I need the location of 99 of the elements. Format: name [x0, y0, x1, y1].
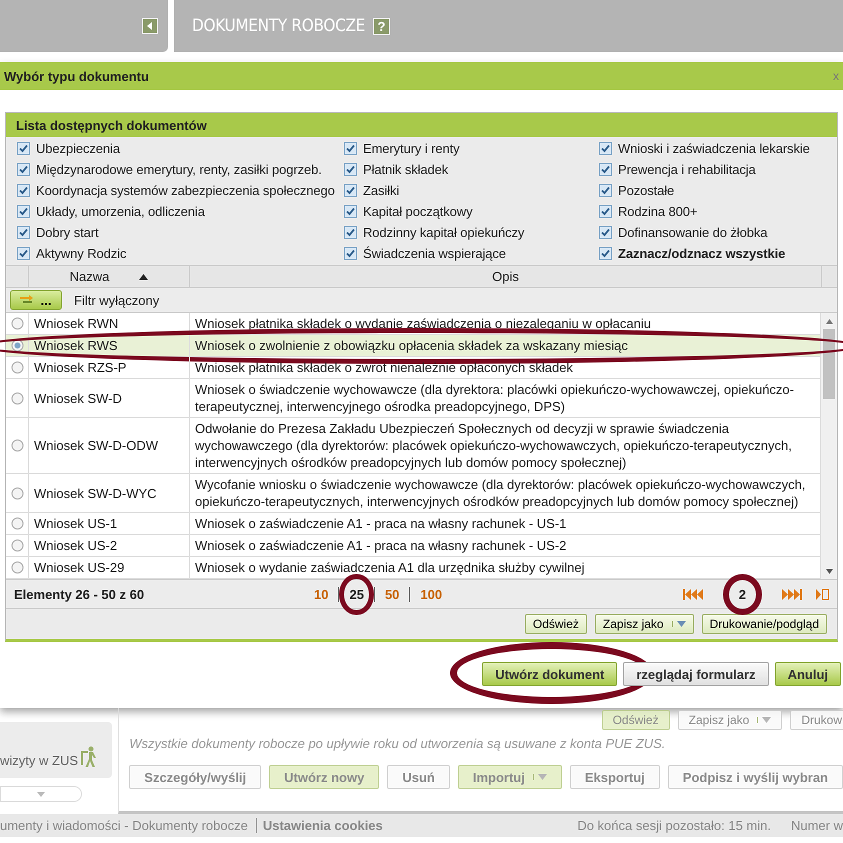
checkbox[interactable]: [599, 184, 612, 196]
table-row[interactable]: Wniosek RZS-P Wniosek płatnika składek o zwrot nienależnie opłaconych składek: [6, 357, 820, 379]
select-all-label[interactable]: Zaznacz/odznacz wszystkie: [618, 246, 786, 260]
show-all-button[interactable]: [816, 588, 829, 600]
checkbox[interactable]: [344, 142, 357, 154]
table-row[interactable]: Wniosek SW-D Wniosek o świadczenie wychowawcze (dla dyrektora: placówki opiekuńczo-wychowawczej, opiekuńczo-terapeutycznej, interwencyjnego ośrodka preadopcyjnego, DPS): [6, 379, 820, 418]
sidebar-item[interactable]: wizyty w ZUS: [0, 722, 112, 778]
radio-button[interactable]: [10, 439, 24, 452]
category-label[interactable]: Ubezpieczenia: [36, 140, 120, 156]
category-label[interactable]: Dobry start: [36, 224, 98, 240]
save-as-button[interactable]: Zapisz jako: [594, 614, 694, 634]
radio-button[interactable]: [10, 392, 24, 404]
session-timer: Do końca sesji pozostało: 15 min.: [577, 818, 772, 833]
radio-button[interactable]: [10, 339, 24, 352]
table-cell: Wniosek SW-D-ODW: [28, 418, 189, 473]
checkbox[interactable]: [17, 162, 30, 176]
checkbox[interactable]: [17, 184, 30, 196]
table-row[interactable]: Wniosek RWS Wniosek o zwolnienie z obowiązku opłacenia składek za wskazany miesiąc: [6, 335, 820, 357]
table-row[interactable]: [6, 474, 820, 513]
caret-icon: [538, 774, 547, 780]
checkbox[interactable]: [17, 246, 30, 260]
current-page: 2: [738, 586, 746, 602]
category-label[interactable]: Prewencja i rehabilitacja: [618, 162, 756, 176]
dialog-button[interactable]: Utwórz dokument: [482, 662, 618, 686]
checkbox[interactable]: [344, 162, 357, 176]
table-cell: Wniosek US-1: [28, 513, 189, 534]
dialog-button[interactable]: Anuluj: [774, 662, 841, 686]
last-page-icon: [782, 588, 802, 600]
down-arrow-icon: [37, 792, 45, 796]
category-label[interactable]: Międzynarodowe emerytury, renty, zasiłki pogrzeb.: [36, 162, 322, 176]
checkbox[interactable]: [599, 162, 612, 176]
radio-button[interactable]: [10, 361, 24, 374]
caret-icon: [762, 717, 772, 723]
table-row[interactable]: [6, 418, 820, 474]
page-title: DOKUMENTY ROBOCZE: [192, 16, 366, 36]
filter-button[interactable]: ...: [10, 290, 62, 310]
up-arrow-icon[interactable]: [826, 318, 832, 324]
column-header[interactable]: Opis: [189, 266, 821, 287]
category-label[interactable]: Aktywny Rodzic: [36, 246, 126, 260]
table-row[interactable]: Wniosek US-2 Wniosek o zaświadczenie A1 - praca na własny rachunek - US-2: [6, 535, 820, 557]
checkbox[interactable]: [599, 142, 612, 154]
info-note: Wszystkie dokumenty robocze po upływie roku od utworzenia są usuwane z konta PUE ZUS.: [129, 736, 666, 751]
category-label[interactable]: Dofinansowanie do żłobka: [618, 224, 768, 240]
checkbox[interactable]: [599, 246, 612, 260]
checkbox[interactable]: [17, 226, 30, 238]
category-label[interactable]: Rodzina 800+: [618, 204, 698, 218]
radio-button[interactable]: [10, 517, 24, 530]
collapse-button[interactable]: [142, 18, 158, 34]
checkbox[interactable]: [17, 142, 30, 154]
down-arrow-icon[interactable]: [826, 568, 832, 574]
scroll-thumb[interactable]: [823, 329, 835, 399]
category-label[interactable]: Koordynacja systemów zabezpieczenia społecznego: [36, 182, 335, 198]
column-header[interactable]: Nazwa: [28, 266, 189, 287]
table-cell: Wniosek RZS-P: [28, 357, 189, 378]
panel-title: Lista dostępnych dokumentów: [6, 113, 837, 137]
category-label[interactable]: Pozostałe: [618, 182, 674, 198]
first-page-button[interactable]: [682, 588, 703, 600]
last-page-button[interactable]: [782, 588, 802, 600]
checkbox[interactable]: [599, 226, 612, 238]
radio-button[interactable]: [10, 561, 24, 574]
table-cell: Wniosek RWN: [28, 313, 189, 334]
caret-icon: [676, 621, 686, 627]
category-label[interactable]: Wnioski i zaświadczenia lekarskie: [618, 140, 810, 156]
category-label[interactable]: Świadczenia wspierające: [363, 246, 506, 260]
checkbox[interactable]: [17, 204, 30, 218]
category-label[interactable]: Kapitał początkowy: [363, 204, 472, 218]
radio-button[interactable]: [10, 539, 24, 552]
breadcrumb: umenty i wiadomości - Dokumenty robocze: [0, 818, 257, 833]
table-cell: Wniosek US-2: [28, 535, 189, 556]
number-label: Numer w: [790, 818, 843, 833]
table-cell: Wniosek SW-D-WYC: [28, 474, 189, 512]
category-label[interactable]: Płatnik składek: [363, 162, 448, 176]
dialog-title: Wybór typu dokumentu: [4, 68, 149, 84]
table-cell: Wniosek SW-D: [28, 379, 189, 417]
page-size-option[interactable]: 25: [345, 586, 368, 602]
scrollbar[interactable]: [820, 313, 837, 579]
table-cell: Wniosek RWS: [28, 335, 189, 356]
category-label[interactable]: Układy, umorzenia, odliczenia: [36, 204, 205, 218]
arrow-to-box-icon: [816, 588, 829, 600]
category-label[interactable]: Emerytury i renty: [363, 140, 460, 156]
table-row[interactable]: Wniosek US-1 Wniosek o zaświadczenie A1 - praca na własny rachunek - US-1: [6, 513, 820, 535]
table-cell: Wniosek US-29: [28, 557, 189, 578]
checkbox[interactable]: [344, 226, 357, 238]
checkbox[interactable]: [344, 246, 357, 260]
toolbar-button[interactable]: Drukowanie/podgląd: [702, 614, 827, 634]
checkbox[interactable]: [344, 184, 357, 196]
toolbar-button[interactable]: Odśwież: [524, 614, 587, 634]
radio-button[interactable]: [10, 317, 24, 330]
category-label[interactable]: Zasiłki: [363, 182, 400, 198]
radio-button[interactable]: [10, 486, 24, 500]
left-arrow-icon: [146, 22, 154, 30]
dialog-button[interactable]: rzeglądaj formularz: [623, 662, 769, 686]
first-page-icon: [682, 588, 703, 600]
checkbox[interactable]: [344, 204, 357, 218]
walking-person-icon: [80, 746, 98, 768]
category-label[interactable]: Rodzinny kapitał opiekuńczy: [363, 224, 524, 240]
checkbox[interactable]: [599, 204, 612, 218]
filter-status: Filtr wyłączony: [74, 292, 160, 308]
item-count: Elementy 26 - 50 z 60: [14, 586, 146, 602]
